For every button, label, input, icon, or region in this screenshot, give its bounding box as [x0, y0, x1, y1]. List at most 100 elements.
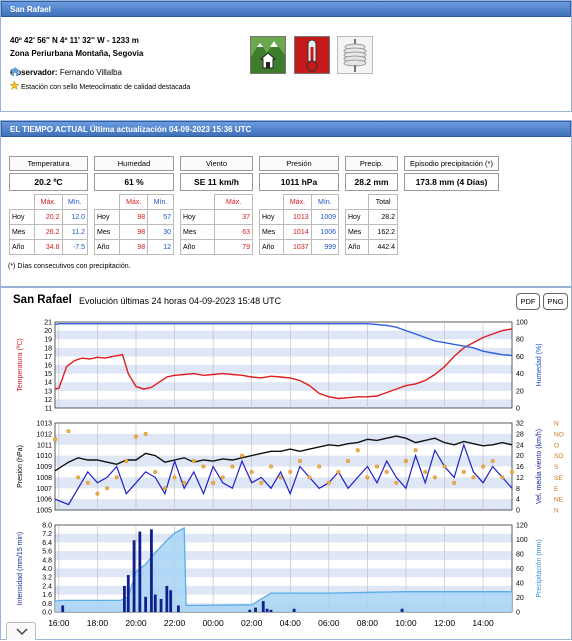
y2-tick-label: 60	[516, 354, 524, 361]
wind-direction-point	[336, 469, 341, 474]
y-tick-label: 1009	[36, 464, 52, 471]
y2-tick-label: 24	[516, 442, 524, 449]
y-tick-label: 5.6	[42, 549, 52, 556]
chevron-down-icon	[16, 628, 28, 636]
wind-direction-point	[500, 475, 505, 480]
y-tick-label: 16	[44, 363, 52, 370]
y2-tick-label: 80	[516, 337, 524, 344]
wind-direction-point	[481, 464, 486, 469]
wind-direction-point	[490, 459, 495, 464]
y2-tick-label: 60	[516, 566, 524, 573]
y-tick-label: 1011	[37, 442, 52, 449]
x-tick-label: 22:00	[164, 618, 186, 628]
x-tick-label: 04:00	[280, 618, 302, 628]
grid-band	[55, 347, 512, 357]
x-tick-label: 14:00	[472, 618, 494, 628]
y2-tick-label: 20	[516, 453, 524, 460]
y-axis-label: Intensidad (mm/15 min)	[17, 532, 24, 606]
y2-tick-label: 12	[516, 475, 524, 482]
y-tick-label: 17	[44, 354, 52, 361]
y2-tick-label: 20	[516, 388, 524, 395]
y-tick-label: 8.0	[42, 523, 52, 530]
y2-tick-label: 0	[516, 508, 520, 515]
wind-direction-point	[375, 464, 380, 469]
intensity-bar	[261, 601, 265, 612]
y-tick-label: 1.6	[42, 592, 52, 599]
y-tick-label: 15	[44, 371, 52, 378]
y-tick-label: 1012	[36, 431, 52, 438]
grid-band	[55, 551, 512, 560]
grid-band	[55, 382, 512, 391]
y-axis-label: Presión (hPa)	[17, 445, 24, 488]
x-tick-label: 20:00	[125, 618, 147, 628]
y2-tick-label: 16	[516, 464, 524, 471]
intensity-bar	[177, 605, 180, 612]
intensity-bar	[165, 585, 169, 612]
y2-tick-label: 120	[516, 523, 528, 530]
intensity-bar	[153, 594, 157, 612]
wind-direction-point	[355, 448, 360, 453]
wind-direction-point	[114, 475, 119, 480]
y-tick-label: 2.4	[42, 583, 52, 590]
wind-direction-point	[413, 448, 418, 453]
direction-tick-label: SE	[554, 475, 563, 482]
y2-tick-label: 0	[516, 406, 520, 413]
y-tick-label: 0.8	[42, 601, 52, 608]
x-tick-label: 10:00	[395, 618, 417, 628]
wind-direction-point	[230, 464, 235, 469]
grid-band	[55, 499, 512, 510]
intensity-bar	[169, 590, 173, 612]
wind-direction-point	[172, 475, 177, 480]
y2-tick-label: 28	[516, 431, 524, 438]
collapse-toggle[interactable]	[6, 622, 36, 640]
chart-panel-1	[54, 321, 513, 409]
wind-direction-point	[240, 453, 245, 458]
direction-tick-label: S	[554, 464, 559, 471]
wind-direction-point	[211, 480, 216, 485]
y2-tick-label: 4	[516, 497, 520, 504]
intensity-bar	[292, 608, 296, 612]
y-tick-label: 11	[45, 406, 52, 413]
y2-tick-label: 8	[516, 486, 520, 493]
wind-direction-point	[95, 491, 100, 496]
y-tick-label: 3.2	[42, 575, 52, 582]
direction-tick-label: SO	[554, 453, 563, 460]
y-tick-label: 0.0	[42, 610, 52, 617]
intensity-bar	[61, 605, 65, 612]
x-tick-label: 12:00	[434, 618, 456, 628]
y-tick-label: 1013	[36, 421, 52, 428]
wind-direction-point	[143, 431, 148, 436]
x-tick-label: 16:00	[48, 618, 70, 628]
x-tick-label: 18:00	[87, 618, 109, 628]
wind-direction-point	[249, 469, 254, 474]
grid-band	[55, 330, 512, 340]
wind-direction-point	[133, 434, 138, 439]
y2-tick-label: 20	[516, 595, 524, 602]
wind-direction-point	[317, 464, 322, 469]
y-tick-label: 12	[44, 397, 52, 404]
intensity-bar	[400, 608, 404, 612]
wind-direction-point	[432, 475, 437, 480]
x-tick-label: 02:00	[241, 618, 263, 628]
y-tick-label: 4.8	[42, 557, 52, 564]
intensity-bar	[138, 531, 142, 612]
wind-direction-point	[182, 480, 187, 485]
wind-direction-point	[394, 480, 399, 485]
wind-direction-point	[259, 480, 264, 485]
y-tick-label: 21	[44, 320, 52, 327]
wind-direction-point	[201, 464, 206, 469]
wind-direction-point	[162, 486, 167, 491]
y2-axis-label: Vel. media viento (km/h)	[536, 429, 543, 504]
wind-direction-point	[76, 475, 81, 480]
wind-direction-point	[278, 475, 283, 480]
y-tick-label: 19	[44, 337, 52, 344]
y-tick-label: 1005	[36, 508, 52, 515]
y-tick-label: 20	[44, 328, 52, 335]
wind-direction-point	[510, 469, 515, 474]
y-tick-label: 7.2	[42, 531, 52, 538]
y-tick-label: 18	[44, 345, 52, 352]
intensity-bar	[159, 598, 163, 612]
wind-direction-point	[326, 480, 331, 485]
wind-direction-point	[346, 459, 351, 464]
y-axis-label: Temperatura (ºC)	[17, 338, 24, 392]
